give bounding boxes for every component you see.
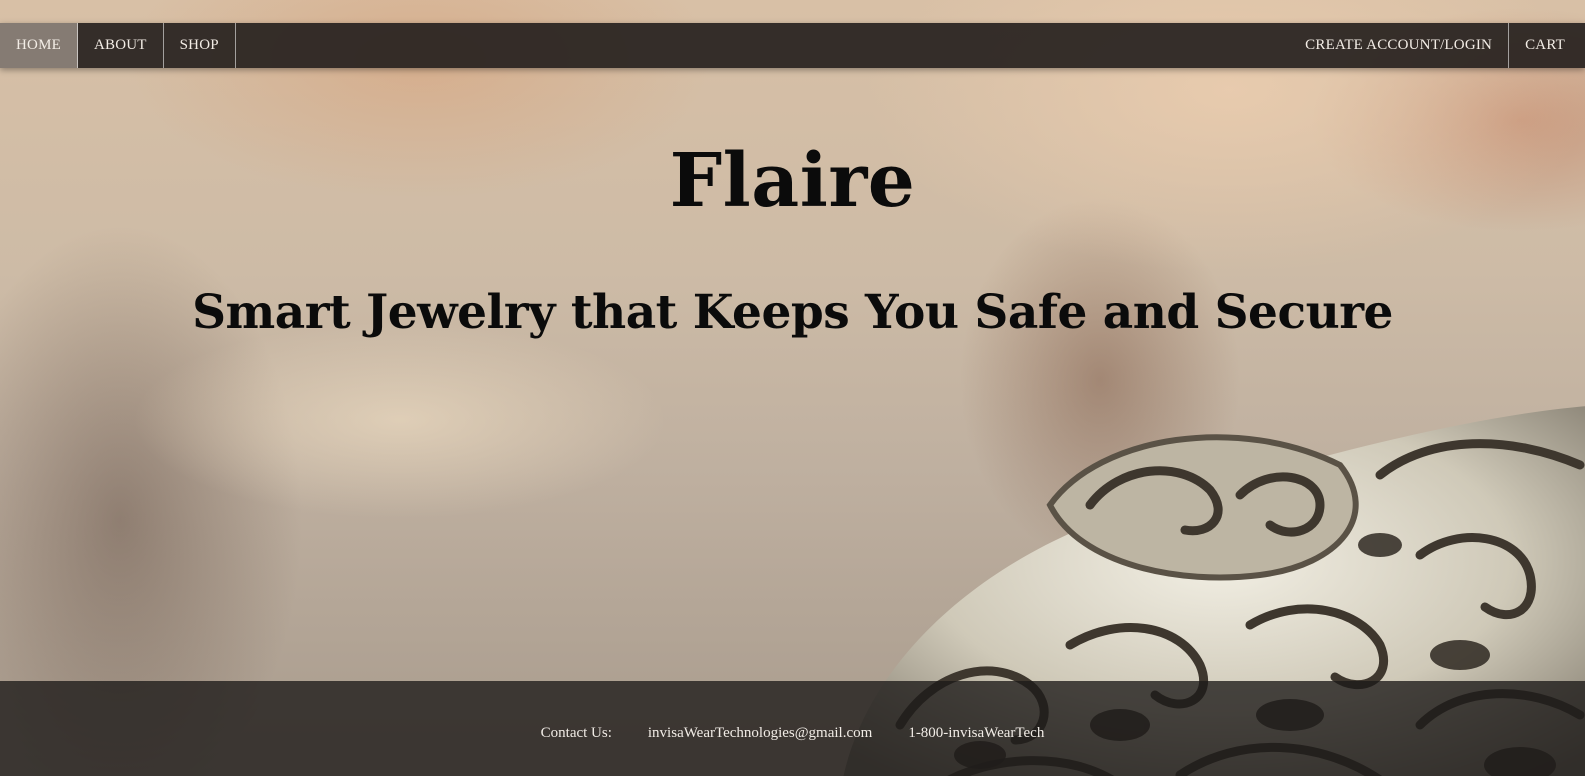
nav-create-account-login-link[interactable]: CREATE ACCOUNT/LOGIN — [1289, 23, 1508, 68]
nav-cart-link[interactable]: CART — [1508, 23, 1585, 68]
nav-left-group: HOME ABOUT SHOP — [0, 23, 236, 68]
nav-shop-link[interactable]: SHOP — [164, 23, 236, 68]
top-navigation-bar: HOME ABOUT SHOP CREATE ACCOUNT/LOGIN CAR… — [0, 23, 1585, 68]
nav-about-link[interactable]: ABOUT — [78, 23, 164, 68]
page-footer: Contact Us: invisaWearTechnologies@gmail… — [0, 681, 1585, 776]
nav-right-group: CREATE ACCOUNT/LOGIN CART — [1289, 23, 1585, 68]
site-title: Flaire — [669, 138, 916, 224]
contact-label: Contact Us: — [540, 725, 612, 741]
contact-phone: 1-800-invisaWearTech — [908, 725, 1045, 741]
nav-home-link[interactable]: HOME — [0, 23, 78, 68]
hero-tagline: Smart Jewelry that Keeps You Safe and Se… — [192, 285, 1393, 340]
contact-info: Contact Us: invisaWearTechnologies@gmail… — [0, 725, 1585, 742]
contact-email: invisaWearTechnologies@gmail.com — [647, 725, 873, 741]
